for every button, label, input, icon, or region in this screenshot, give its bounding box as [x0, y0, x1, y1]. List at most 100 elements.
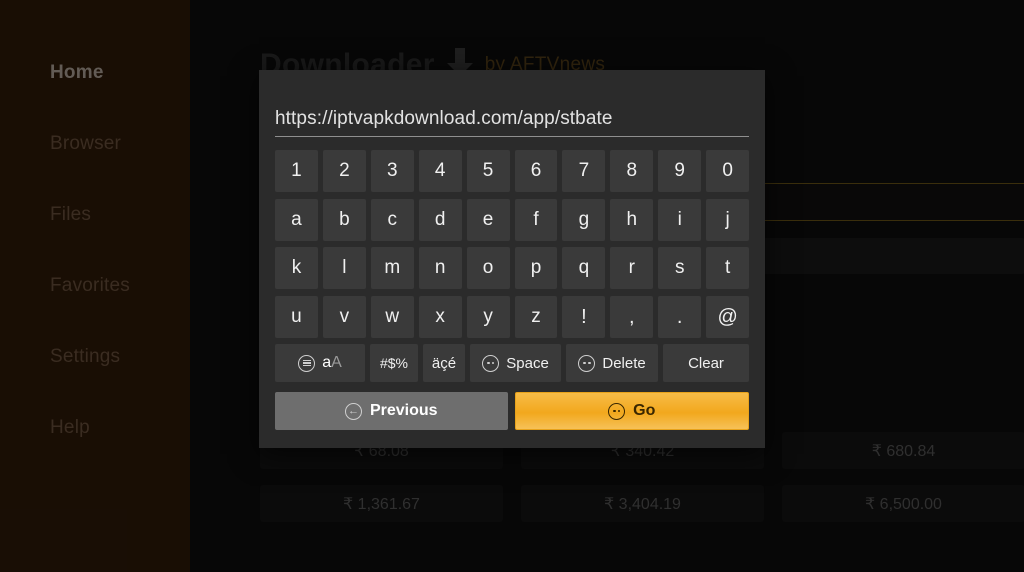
sidebar-item-home[interactable]: Home — [0, 62, 190, 84]
key-label: k — [291, 257, 302, 278]
keyboard-row-k-t: k l m n o p q r s t — [275, 247, 750, 289]
key-label: 0 — [722, 160, 733, 181]
donation-button[interactable]: ₹ 1,361.67 — [260, 485, 503, 522]
donation-button[interactable]: ₹ 6,500.00 — [782, 485, 1024, 522]
key-s[interactable]: s — [658, 247, 702, 289]
key-m[interactable]: m — [370, 247, 414, 289]
key-t[interactable]: t — [706, 247, 750, 289]
sidebar-item-help[interactable]: Help — [0, 417, 190, 439]
previous-button[interactable]: ← Previous — [275, 392, 508, 430]
go-button[interactable]: Go — [514, 392, 749, 430]
sidebar-item-files[interactable]: Files — [0, 204, 190, 226]
key-label: 3 — [386, 160, 398, 181]
key-c[interactable]: c — [370, 199, 414, 241]
sidebar-item-label: Favorites — [50, 275, 130, 296]
key-l[interactable]: l — [322, 247, 366, 289]
key-h[interactable]: h — [610, 199, 654, 241]
key-label: 8 — [626, 160, 638, 181]
sidebar-item-label: Home — [50, 62, 104, 83]
key-6[interactable]: 6 — [514, 150, 558, 192]
key-exclamation[interactable]: ! — [562, 296, 606, 338]
key-z[interactable]: z — [514, 296, 558, 338]
key-label: i — [677, 209, 682, 230]
key-w[interactable]: w — [370, 296, 414, 338]
key-a[interactable]: a — [275, 199, 318, 241]
key-i[interactable]: i — [658, 199, 702, 241]
key-n[interactable]: n — [418, 247, 462, 289]
key-label: l — [342, 257, 347, 278]
keyboard-input-wrapper: https://iptvapkdownload.com/app/stbate — [275, 108, 749, 137]
key-label: 6 — [530, 160, 542, 181]
key-g[interactable]: g — [562, 199, 606, 241]
key-d[interactable]: d — [418, 199, 462, 241]
key-3[interactable]: 3 — [370, 150, 414, 192]
key-f[interactable]: f — [514, 199, 558, 241]
case-lower-label: a — [322, 354, 332, 371]
key-1[interactable]: 1 — [275, 150, 318, 192]
key-y[interactable]: y — [466, 296, 510, 338]
key-5[interactable]: 5 — [466, 150, 510, 192]
key-9[interactable]: 9 — [658, 150, 702, 192]
key-symbols[interactable]: #$% — [370, 344, 418, 382]
key-delete[interactable]: Delete — [566, 344, 658, 382]
donation-button[interactable]: ₹ 680.84 — [782, 432, 1024, 469]
key-label: x — [435, 306, 445, 327]
key-label: äçé — [431, 354, 457, 372]
go-button-label: Go — [633, 402, 656, 419]
key-0[interactable]: 0 — [706, 150, 750, 192]
key-label: j — [725, 209, 730, 230]
url-text-input[interactable]: https://iptvapkdownload.com/app/stbate — [275, 108, 749, 137]
key-label: o — [482, 257, 494, 278]
key-label: #$% — [379, 355, 409, 371]
key-label: 7 — [578, 160, 590, 181]
key-j[interactable]: j — [706, 199, 750, 241]
key-label: . — [676, 305, 683, 328]
key-at[interactable]: @ — [706, 296, 750, 338]
sidebar-item-favorites[interactable]: Favorites — [0, 275, 190, 297]
key-v[interactable]: v — [322, 296, 366, 338]
key-label: 1 — [291, 160, 302, 181]
case-upper-label: A — [331, 354, 342, 371]
key-label: 9 — [674, 160, 685, 181]
key-label: y — [483, 306, 493, 327]
key-b[interactable]: b — [322, 199, 366, 241]
key-o[interactable]: o — [466, 247, 510, 289]
key-4[interactable]: 4 — [418, 150, 462, 192]
key-label: Clear — [688, 354, 724, 372]
key-e[interactable]: e — [466, 199, 510, 241]
key-label: Delete — [602, 354, 646, 372]
key-label: e — [482, 209, 494, 230]
key-p[interactable]: p — [514, 247, 558, 289]
key-clear[interactable]: Clear — [663, 344, 749, 382]
donation-amount: ₹ 680.84 — [871, 442, 936, 460]
key-label: f — [533, 209, 539, 230]
key-label: a — [291, 209, 302, 230]
sidebar-item-label: Browser — [50, 133, 122, 154]
key-q[interactable]: q — [562, 247, 606, 289]
key-case-toggle[interactable]: aA — [275, 344, 365, 382]
key-x[interactable]: x — [418, 296, 462, 338]
key-r[interactable]: r — [610, 247, 654, 289]
donation-amount: ₹ 1,361.67 — [343, 495, 420, 513]
key-accents[interactable]: äçé — [423, 344, 465, 382]
key-label: ! — [581, 305, 587, 328]
key-k[interactable]: k — [275, 247, 318, 289]
sidebar-item-label: Files — [50, 204, 92, 225]
key-2[interactable]: 2 — [322, 150, 366, 192]
key-u[interactable]: u — [275, 296, 318, 338]
sidebar-item-browser[interactable]: Browser — [0, 133, 190, 155]
donation-button[interactable]: ₹ 3,404.19 — [521, 485, 764, 522]
select-circle-icon — [482, 354, 500, 372]
key-label: u — [291, 306, 302, 327]
key-8[interactable]: 8 — [610, 150, 654, 192]
key-period[interactable]: . — [658, 296, 702, 338]
donation-amount: ₹ 6,500.00 — [865, 495, 942, 513]
sidebar-item-settings[interactable]: Settings — [0, 346, 190, 368]
key-label: c — [387, 209, 398, 230]
key-label: 2 — [339, 160, 350, 181]
key-7[interactable]: 7 — [562, 150, 606, 192]
key-label: n — [434, 257, 446, 278]
key-label: t — [724, 257, 731, 278]
key-space[interactable]: Space — [470, 344, 562, 382]
key-comma[interactable]: , — [610, 296, 654, 338]
